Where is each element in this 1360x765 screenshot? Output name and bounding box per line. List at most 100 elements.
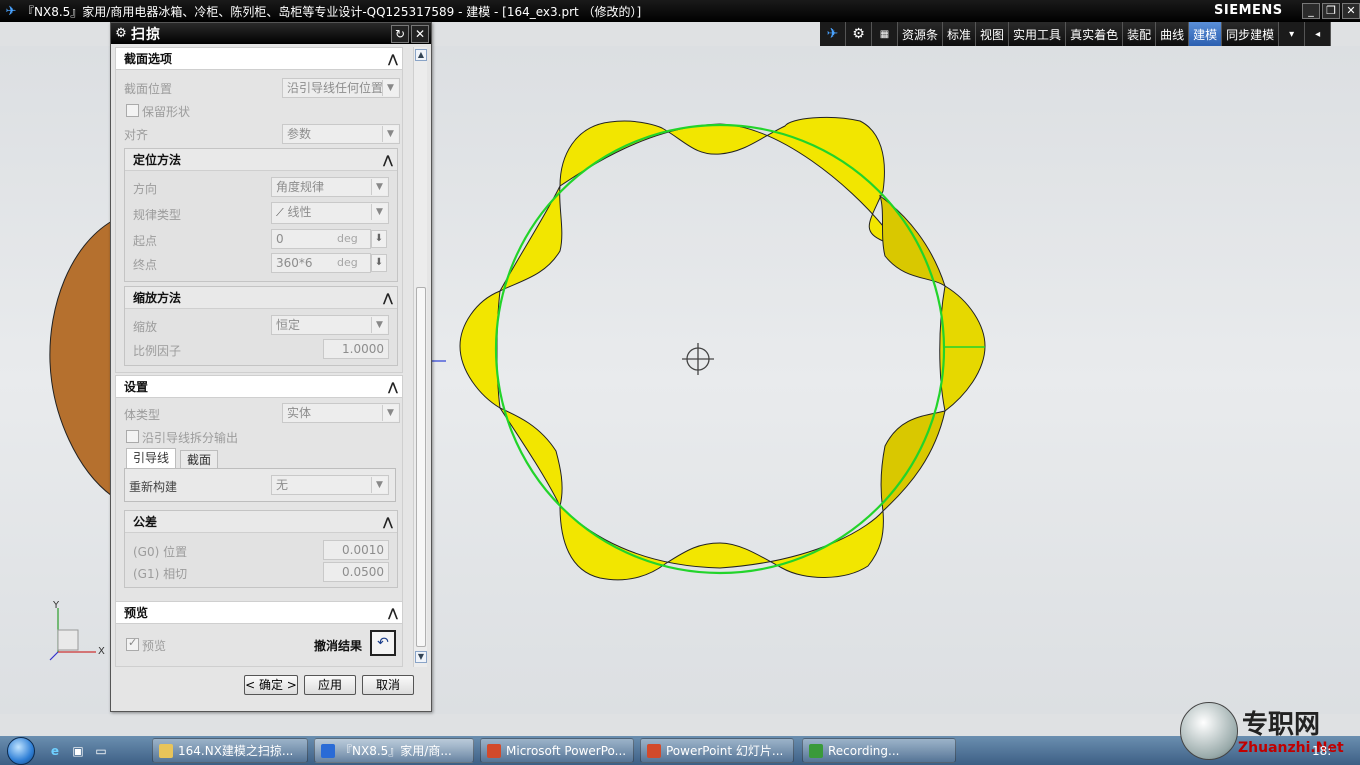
restore-button[interactable]: ❐ <box>1322 3 1340 19</box>
watermark-text: 专职网 <box>1242 710 1321 740</box>
nx-start-icon[interactable]: ✈ <box>820 22 846 46</box>
task-label: PowerPoint 幻灯片... <box>666 744 784 758</box>
gear-icon[interactable]: ⚙ <box>111 26 131 41</box>
nx-logo-icon: ✈ <box>5 3 17 19</box>
chevron-down-icon: ▼ <box>382 405 398 421</box>
tab-true-shading[interactable]: 真实着色 <box>1066 22 1124 46</box>
preview-label: 预览 <box>142 639 167 653</box>
menu-icon[interactable]: ◂ <box>1305 22 1332 46</box>
close-button[interactable]: ✕ <box>1342 3 1360 19</box>
nx-app-icon <box>321 743 335 758</box>
task-label: 164.NX建模之扫掠... <box>178 744 294 758</box>
gear-icon[interactable]: ⚙ <box>846 22 872 46</box>
cancel-button[interactable]: 取消 <box>362 675 414 695</box>
align-select[interactable]: 参数 ▼ <box>282 124 400 144</box>
keep-shape-checkbox[interactable] <box>126 104 139 117</box>
grid-icon[interactable]: ▦ <box>872 22 898 46</box>
task-item-video[interactable]: 164.NX建模之扫掠... <box>152 738 308 763</box>
scale-select[interactable]: 恒定 ▼ <box>271 315 389 335</box>
preview-group: 预览 ⋀ 预览 撤消结果 ↶ <box>115 601 403 667</box>
g0-value: 0.0010 <box>342 543 384 557</box>
orientation-header[interactable]: 定位方法 ⋀ <box>125 149 397 171</box>
preview-title: 预览 <box>124 606 149 620</box>
settings-group: 设置 ⋀ 体类型 实体 ▼ 沿引导线拆分输出 引导线 截面 重新构建 无 ▼ 公… <box>115 375 403 609</box>
collapse-icon[interactable]: ⋀ <box>383 515 393 529</box>
ie-icon[interactable]: e <box>45 741 65 761</box>
crosshair-icon <box>682 343 714 375</box>
scroll-thumb[interactable] <box>416 287 426 647</box>
tab-curve[interactable]: 曲线 <box>1156 22 1190 46</box>
preview-header[interactable]: 预览 ⋀ <box>116 602 402 624</box>
tab-standard[interactable]: 标准 <box>943 22 977 46</box>
collapse-icon[interactable]: ⋀ <box>388 606 398 620</box>
scaling-title: 缩放方法 <box>133 291 182 305</box>
body-type-select[interactable]: 实体 ▼ <box>282 403 400 423</box>
scaling-header[interactable]: 缩放方法 ⋀ <box>125 287 397 309</box>
align-label: 对齐 <box>124 128 149 142</box>
collapse-icon[interactable]: ⋀ <box>388 380 398 394</box>
body-type-value: 实体 <box>287 406 312 420</box>
tab-modeling[interactable]: 建模 <box>1189 22 1223 46</box>
g1-input[interactable]: 0.0500 <box>323 562 389 582</box>
axis-y-label: Y <box>53 600 60 611</box>
factor-label: 比例因子 <box>133 344 182 358</box>
task-item-nx[interactable]: 『NX8.5』家用/商... <box>314 738 474 763</box>
task-label: Recording... <box>828 743 900 758</box>
lobe-left <box>459 290 501 409</box>
tab-view[interactable]: 视图 <box>976 22 1010 46</box>
factor-input[interactable]: 1.0000 <box>323 339 389 359</box>
section-options-header[interactable]: 截面选项 ⋀ <box>116 48 402 70</box>
tab-sync-modeling[interactable]: 同步建模 <box>1222 22 1280 46</box>
end-value: 360*6 <box>276 256 313 270</box>
section-options-group: 截面选项 ⋀ 截面位置 沿引导线任何位置 ▼ 保留形状 对齐 参数 ▼ 定位方法… <box>115 47 403 373</box>
collapse-icon[interactable]: ⋀ <box>388 52 398 66</box>
close-icon[interactable]: ✕ <box>411 24 429 43</box>
tab-guide[interactable]: 引导线 <box>126 448 177 468</box>
ribbon-toolbar: ✈ ⚙ ▦ 资源条 标准 视图 实用工具 真实着色 装配 曲线 建模 同步建模 … <box>820 22 1360 46</box>
split-output-checkbox[interactable] <box>126 430 139 443</box>
desktop-icon[interactable]: ▭ <box>91 741 111 761</box>
sweep-dialog: ⚙ 扫掠 ↻ ✕ 截面选项 ⋀ 截面位置 沿引导线任何位置 ▼ 保留形状 对齐 … <box>110 22 432 712</box>
recording-icon <box>809 743 823 758</box>
dialog-scrollbar[interactable]: ▲ ▼ <box>413 47 427 667</box>
reset-icon[interactable]: ↻ <box>391 24 409 43</box>
tolerance-header[interactable]: 公差 ⋀ <box>125 511 397 533</box>
explorer-icon[interactable]: ▣ <box>68 741 88 761</box>
collapse-icon[interactable]: ⋀ <box>383 291 393 305</box>
preview-checkbox[interactable] <box>126 636 139 651</box>
task-item-recording[interactable]: Recording... <box>802 738 956 763</box>
tab-section[interactable]: 截面 <box>180 450 219 468</box>
factor-value: 1.0000 <box>342 342 384 356</box>
start-button[interactable] <box>0 736 42 765</box>
tab-assembly[interactable]: 装配 <box>1123 22 1157 46</box>
start-arrow-icon[interactable]: ⬇ <box>371 230 387 248</box>
dialog-title: 扫掠 <box>131 26 161 43</box>
law-type-select[interactable]: ⟋ 线性 ▼ <box>271 202 389 224</box>
scaling-group: 缩放方法 ⋀ 缩放 恒定 ▼ 比例因子 1.0000 <box>124 286 398 366</box>
settings-header[interactable]: 设置 ⋀ <box>116 376 402 398</box>
rebuild-select[interactable]: 无 ▼ <box>271 475 389 495</box>
task-item-slideshow[interactable]: PowerPoint 幻灯片... <box>640 738 794 763</box>
g1-label: (G1) 相切 <box>133 567 188 581</box>
task-label: 『NX8.5』家用/商... <box>340 744 452 758</box>
task-item-powerpoint[interactable]: Microsoft PowerPo... <box>480 738 634 763</box>
position-select[interactable]: 沿引导线任何位置 ▼ <box>282 78 400 98</box>
collapse-icon[interactable]: ⋀ <box>383 153 393 167</box>
scale-value: 恒定 <box>276 318 301 332</box>
direction-select[interactable]: 角度规律 ▼ <box>271 177 389 197</box>
end-arrow-icon[interactable]: ⬇ <box>371 254 387 272</box>
scroll-up-icon[interactable]: ▲ <box>415 49 427 61</box>
scroll-down-icon[interactable]: ▼ <box>415 651 427 663</box>
siemens-brand: SIEMENS <box>1214 3 1283 18</box>
minimize-button[interactable]: _ <box>1302 3 1320 19</box>
tab-utilities[interactable]: 实用工具 <box>1009 22 1067 46</box>
linear-law-icon: ⟋ <box>276 206 284 219</box>
ok-button[interactable]: < 确定 > <box>244 675 298 695</box>
dialog-titlebar[interactable]: ⚙ 扫掠 ↻ ✕ <box>111 23 431 44</box>
dialog-body: 截面选项 ⋀ 截面位置 沿引导线任何位置 ▼ 保留形状 对齐 参数 ▼ 定位方法… <box>115 47 411 667</box>
apply-button[interactable]: 应用 <box>304 675 356 695</box>
undo-result-button[interactable]: ↶ <box>370 630 396 656</box>
more-icon[interactable]: ▾ <box>1279 22 1306 46</box>
g0-input[interactable]: 0.0010 <box>323 540 389 560</box>
tab-resource-bar[interactable]: 资源条 <box>898 22 944 46</box>
